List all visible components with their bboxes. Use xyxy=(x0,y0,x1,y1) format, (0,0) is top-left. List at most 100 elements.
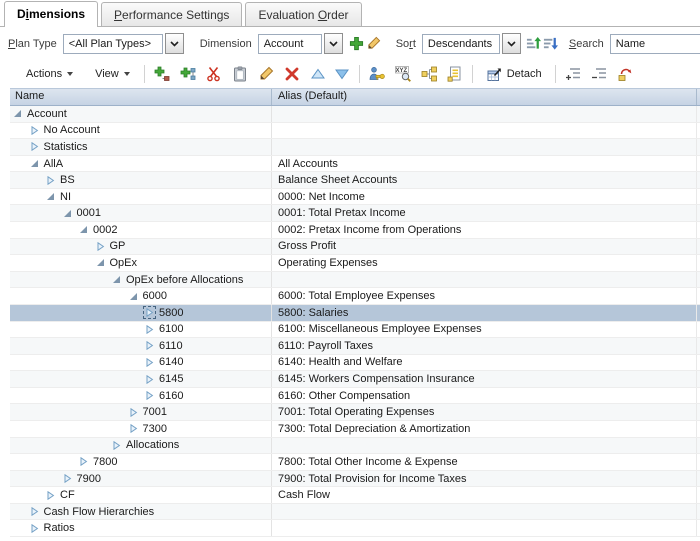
collapse-below-button[interactable] xyxy=(588,63,610,85)
table-row[interactable]: 5800 5800: Salaries xyxy=(10,305,700,322)
show-hierarchy-button[interactable] xyxy=(418,63,440,85)
disclosure-triangle-icon[interactable] xyxy=(12,108,23,119)
member-alias: 0000: Net Income xyxy=(272,189,697,205)
table-row[interactable]: Statistics xyxy=(10,139,700,156)
table-row[interactable]: Ratios xyxy=(10,520,700,537)
disclosure-triangle-icon[interactable] xyxy=(45,175,56,186)
disclosure-triangle-icon[interactable] xyxy=(144,390,155,401)
disclosure-triangle-icon[interactable] xyxy=(29,141,40,152)
disclosure-triangle-icon[interactable] xyxy=(128,291,139,302)
disclosure-triangle-icon[interactable] xyxy=(29,125,40,136)
move-down-button[interactable] xyxy=(331,63,353,85)
disclosure-triangle-icon[interactable] xyxy=(144,374,155,385)
table-row[interactable]: BS Balance Sheet Accounts xyxy=(10,172,700,189)
plan-type-value[interactable]: <All Plan Types> xyxy=(63,34,163,54)
view-menu-button[interactable]: View xyxy=(87,65,138,83)
name-cell: 6145 xyxy=(10,371,272,387)
dimension-value[interactable]: Account xyxy=(258,34,322,54)
table-row[interactable]: OpEx before Allocations xyxy=(10,272,700,289)
disclosure-triangle-icon[interactable] xyxy=(111,440,122,451)
table-row[interactable]: GP Gross Profit xyxy=(10,239,700,256)
toolbar-separator xyxy=(472,65,473,83)
move-up-button[interactable] xyxy=(307,63,329,85)
delete-button[interactable] xyxy=(281,63,303,85)
disclosure-triangle-icon[interactable] xyxy=(95,257,106,268)
table-row[interactable]: OpEx Operating Expenses xyxy=(10,255,700,272)
tab-dimensions[interactable]: Dimensions xyxy=(4,1,98,27)
table-row[interactable]: 7900 7900: Total Provision for Income Ta… xyxy=(10,471,700,488)
member-formula-button[interactable]: XYZ xyxy=(392,63,414,85)
chevron-down-icon xyxy=(124,72,130,76)
disclosure-triangle-icon[interactable] xyxy=(45,191,56,202)
sort-dropdown-button[interactable] xyxy=(502,33,521,54)
expand-below-button[interactable] xyxy=(562,63,584,85)
actions-menu-button[interactable]: Actions xyxy=(18,65,81,83)
disclosure-triangle-icon[interactable] xyxy=(78,456,89,467)
search-by-value[interactable]: Name xyxy=(610,34,700,54)
tab-performance-settings[interactable]: Performance Settings xyxy=(101,2,242,26)
sort-value[interactable]: Descendants xyxy=(422,34,500,54)
table-row[interactable]: CF Cash Flow xyxy=(10,487,700,504)
table-row[interactable]: 0001 0001: Total Pretax Income xyxy=(10,205,700,222)
dimension-dropdown-button[interactable] xyxy=(324,33,343,54)
cut-button[interactable] xyxy=(203,63,225,85)
disclosure-triangle-icon[interactable] xyxy=(78,224,89,235)
disclosure-triangle-icon[interactable] xyxy=(144,340,155,351)
collapse-below-icon xyxy=(591,66,607,82)
tab-evaluation-order[interactable]: Evaluation Order xyxy=(245,2,361,26)
disclosure-triangle-icon[interactable] xyxy=(128,423,139,434)
table-row[interactable]: 7300 7300: Total Depreciation & Amortiza… xyxy=(10,421,700,438)
table-row[interactable]: 7001 7001: Total Operating Expenses xyxy=(10,404,700,421)
member-name: OpEx xyxy=(110,257,138,269)
table-row[interactable]: 6140 6140: Health and Welfare xyxy=(10,355,700,372)
go-to-root-button[interactable] xyxy=(614,63,636,85)
disclosure-triangle-icon[interactable] xyxy=(29,158,40,169)
table-row[interactable]: 6110 6110: Payroll Taxes xyxy=(10,338,700,355)
add-sibling-icon xyxy=(180,66,196,82)
column-header-alias[interactable]: Alias (Default) xyxy=(272,89,697,105)
disclosure-triangle-icon[interactable] xyxy=(62,208,73,219)
name-cell: 6140 xyxy=(10,355,272,371)
disclosure-triangle-icon[interactable] xyxy=(128,407,139,418)
table-row[interactable]: Allocations xyxy=(10,438,700,455)
disclosure-triangle-icon[interactable] xyxy=(144,307,155,318)
disclosure-triangle-icon[interactable] xyxy=(95,241,106,252)
table-row[interactable]: 0002 0002: Pretax Income from Operations xyxy=(10,222,700,239)
member-name: 7001 xyxy=(143,406,167,418)
sort-descending-button[interactable] xyxy=(542,33,559,55)
assign-access-button[interactable] xyxy=(366,63,388,85)
table-row[interactable]: 6000 6000: Total Employee Expenses xyxy=(10,288,700,305)
plan-type-select: <All Plan Types> xyxy=(63,33,184,54)
table-row[interactable]: NI 0000: Net Income xyxy=(10,189,700,206)
table-row[interactable]: 7800 7800: Total Other Income & Expense xyxy=(10,454,700,471)
disclosure-triangle-icon[interactable] xyxy=(29,523,40,534)
add-child-button[interactable] xyxy=(151,63,173,85)
table-row[interactable]: 6100 6100: Miscellaneous Employee Expens… xyxy=(10,322,700,339)
paste-button[interactable] xyxy=(229,63,251,85)
plan-type-dropdown-button[interactable] xyxy=(165,33,184,54)
disclosure-triangle-icon[interactable] xyxy=(62,473,73,484)
dimension-editor-window: Dimensions Performance Settings Evaluati… xyxy=(0,0,700,541)
detach-button[interactable]: Detach xyxy=(479,64,549,84)
member-alias: Gross Profit xyxy=(272,239,697,255)
disclosure-triangle-icon[interactable] xyxy=(144,357,155,368)
table-row[interactable]: Account xyxy=(10,106,700,123)
table-row[interactable]: AllA All Accounts xyxy=(10,156,700,173)
disclosure-triangle-icon[interactable] xyxy=(29,506,40,517)
table-row[interactable]: Cash Flow Hierarchies xyxy=(10,504,700,521)
edit-button[interactable] xyxy=(255,63,277,85)
table-row[interactable]: 6145 6145: Workers Compensation Insuranc… xyxy=(10,371,700,388)
sort-ascending-button[interactable] xyxy=(525,33,542,55)
plan-type-label: Plan Type xyxy=(8,38,57,50)
disclosure-triangle-icon[interactable] xyxy=(45,490,56,501)
disclosure-triangle-icon[interactable] xyxy=(111,274,122,285)
disclosure-triangle-icon[interactable] xyxy=(144,324,155,335)
column-header-name[interactable]: Name xyxy=(10,89,272,105)
show-usage-button[interactable] xyxy=(444,63,466,85)
add-member-button[interactable] xyxy=(348,33,365,55)
member-name: 0002 xyxy=(93,224,117,236)
table-row[interactable]: No Account xyxy=(10,123,700,140)
table-row[interactable]: 6160 6160: Other Compensation xyxy=(10,388,700,405)
add-sibling-button[interactable] xyxy=(177,63,199,85)
edit-member-button[interactable] xyxy=(365,33,382,55)
